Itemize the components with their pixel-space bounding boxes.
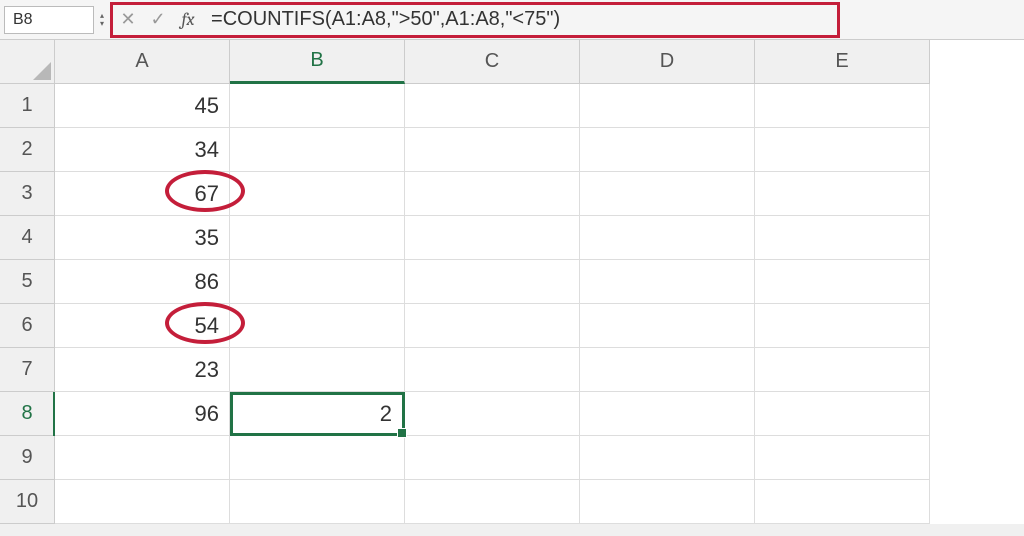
spreadsheet: A B C D E 1 45 2 34 3 67 4 35 5 86 [0, 40, 1024, 524]
cell-B10[interactable] [230, 480, 405, 524]
cell-A7[interactable]: 23 [55, 348, 230, 392]
cell-B9[interactable] [230, 436, 405, 480]
cell-A1[interactable]: 45 [55, 84, 230, 128]
cell-A4[interactable]: 35 [55, 216, 230, 260]
cell-E3[interactable] [755, 172, 930, 216]
cell-C8[interactable] [405, 392, 580, 436]
cell-E1[interactable] [755, 84, 930, 128]
formula-input[interactable]: =COUNTIFS(A1:A8,">50",A1:A8,"<75") [203, 8, 837, 31]
cell-A10[interactable] [55, 480, 230, 524]
cell-C1[interactable] [405, 84, 580, 128]
cell-B2[interactable] [230, 128, 405, 172]
grid: A B C D E 1 45 2 34 3 67 4 35 5 86 [0, 40, 1024, 524]
cell-B5[interactable] [230, 260, 405, 304]
name-box-stepper[interactable]: ▴ ▾ [100, 12, 104, 28]
cell-B3[interactable] [230, 172, 405, 216]
cell-E6[interactable] [755, 304, 930, 348]
cell-B4[interactable] [230, 216, 405, 260]
row-header-1[interactable]: 1 [0, 84, 55, 128]
row-header-4[interactable]: 4 [0, 216, 55, 260]
cell-C3[interactable] [405, 172, 580, 216]
col-header-A[interactable]: A [55, 40, 230, 84]
cell-E2[interactable] [755, 128, 930, 172]
col-header-D[interactable]: D [580, 40, 755, 84]
row-header-3[interactable]: 3 [0, 172, 55, 216]
row-header-2[interactable]: 2 [0, 128, 55, 172]
cell-B6[interactable] [230, 304, 405, 348]
cell-E4[interactable] [755, 216, 930, 260]
cell-D5[interactable] [580, 260, 755, 304]
formula-bar: B8 ▴ ▾ ✕ ✓ fx =COUNTIFS(A1:A8,">50",A1:A… [0, 0, 1024, 40]
cell-B8[interactable]: 2 [230, 392, 405, 436]
cell-C7[interactable] [405, 348, 580, 392]
cell-A5[interactable]: 86 [55, 260, 230, 304]
cell-A6[interactable]: 54 [55, 304, 230, 348]
cell-D9[interactable] [580, 436, 755, 480]
cell-D1[interactable] [580, 84, 755, 128]
cell-C10[interactable] [405, 480, 580, 524]
enter-icon[interactable]: ✓ [143, 9, 173, 30]
cell-C4[interactable] [405, 216, 580, 260]
cell-E9[interactable] [755, 436, 930, 480]
cell-A8[interactable]: 96 [55, 392, 230, 436]
name-box-value: B8 [13, 11, 33, 29]
cell-C9[interactable] [405, 436, 580, 480]
formula-bar-highlight: ✕ ✓ fx =COUNTIFS(A1:A8,">50",A1:A8,"<75"… [110, 2, 840, 38]
cell-A3[interactable]: 67 [55, 172, 230, 216]
name-box[interactable]: B8 [4, 6, 94, 34]
row-header-9[interactable]: 9 [0, 436, 55, 480]
cell-C6[interactable] [405, 304, 580, 348]
cell-C2[interactable] [405, 128, 580, 172]
cell-D6[interactable] [580, 304, 755, 348]
fx-icon[interactable]: fx [173, 9, 203, 30]
stepper-down-icon[interactable]: ▾ [100, 20, 104, 28]
cell-D4[interactable] [580, 216, 755, 260]
cell-D2[interactable] [580, 128, 755, 172]
cell-C5[interactable] [405, 260, 580, 304]
cell-E7[interactable] [755, 348, 930, 392]
cancel-icon[interactable]: ✕ [113, 9, 143, 30]
cell-B1[interactable] [230, 84, 405, 128]
row-header-8[interactable]: 8 [0, 392, 55, 436]
cell-D10[interactable] [580, 480, 755, 524]
cell-A2[interactable]: 34 [55, 128, 230, 172]
cell-E5[interactable] [755, 260, 930, 304]
select-all-corner[interactable] [0, 40, 55, 84]
col-header-C[interactable]: C [405, 40, 580, 84]
cell-A9[interactable] [55, 436, 230, 480]
cell-D7[interactable] [580, 348, 755, 392]
col-header-E[interactable]: E [755, 40, 930, 84]
row-header-6[interactable]: 6 [0, 304, 55, 348]
cell-E8[interactable] [755, 392, 930, 436]
row-header-5[interactable]: 5 [0, 260, 55, 304]
cell-D3[interactable] [580, 172, 755, 216]
cell-E10[interactable] [755, 480, 930, 524]
row-header-7[interactable]: 7 [0, 348, 55, 392]
cell-D8[interactable] [580, 392, 755, 436]
col-header-B[interactable]: B [230, 40, 405, 84]
cell-B7[interactable] [230, 348, 405, 392]
row-header-10[interactable]: 10 [0, 480, 55, 524]
